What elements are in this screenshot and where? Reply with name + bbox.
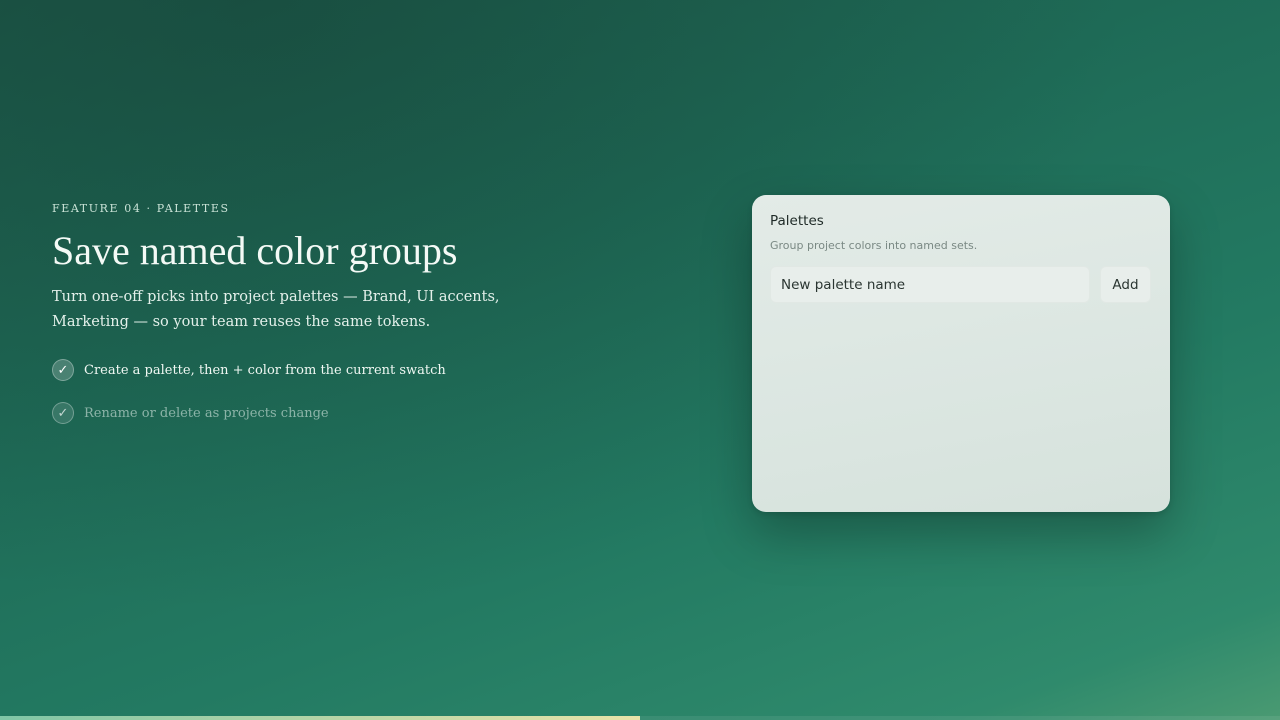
check-icon: ✓ — [52, 402, 74, 424]
palettes-card: Palettes Group project colors into named… — [752, 195, 1170, 512]
feature-intro: FEATURE 04 · PALETTES Save named color g… — [52, 202, 612, 445]
feature-headline: Save named color groups — [52, 228, 458, 273]
new-palette-row: Add — [770, 266, 1152, 303]
new-palette-name-input[interactable] — [770, 266, 1090, 303]
feature-bullets: ✓ Create a palette, then + color from th… — [52, 359, 612, 424]
add-palette-button[interactable]: Add — [1100, 266, 1151, 303]
tour-progress-bar — [0, 716, 1280, 720]
palettes-title: Palettes — [770, 213, 824, 229]
tour-progress-fill — [0, 716, 640, 720]
check-icon: ✓ — [52, 359, 74, 381]
palettes-subtitle: Group project colors into named sets. — [770, 239, 978, 252]
bullet-create-palette: ✓ Create a palette, then + color from th… — [52, 359, 612, 381]
feature-description: Turn one-off picks into project palettes… — [52, 289, 500, 330]
bullet-rename-delete: ✓ Rename or delete as projects change — [52, 402, 612, 424]
feature-eyebrow: FEATURE 04 · PALETTES — [52, 202, 230, 215]
bullet-text: Rename or delete as projects change — [84, 405, 329, 421]
bullet-text: Create a palette, then + color from the … — [84, 362, 446, 378]
